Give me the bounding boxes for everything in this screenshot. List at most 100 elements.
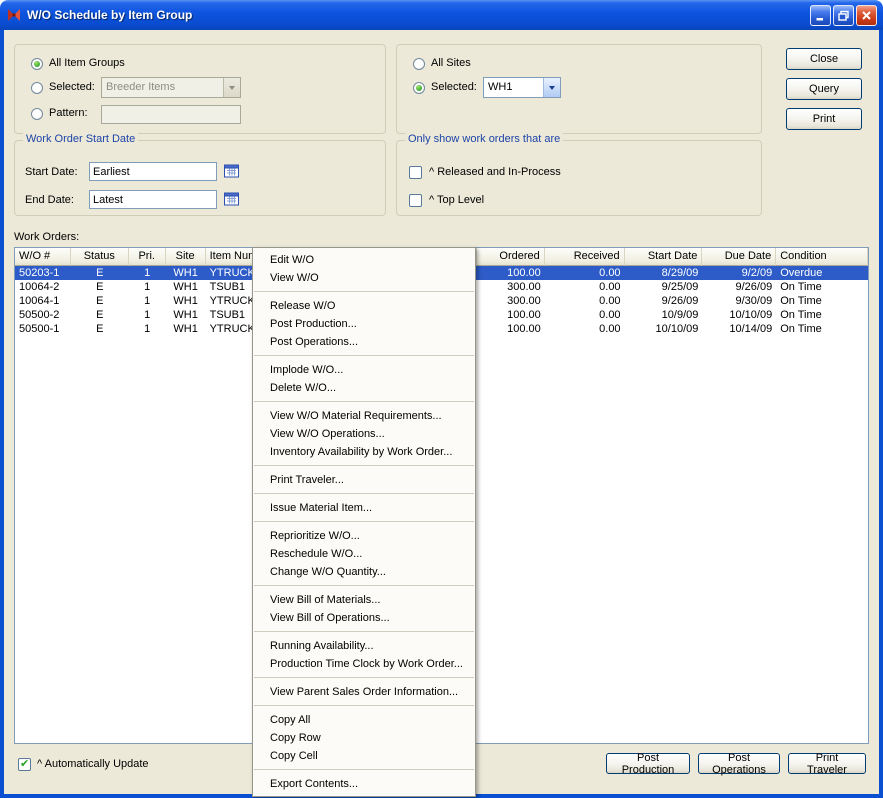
cell-ordered[interactable]: 300.00 [477, 280, 545, 294]
menu-item-print-traveler[interactable]: Print Traveler... [253, 471, 475, 489]
cell-status[interactable]: E [71, 266, 129, 280]
post-production-button[interactable]: Post Production [606, 753, 690, 774]
menu-item-view-parent-sales-order-information[interactable]: View Parent Sales Order Information... [253, 683, 475, 701]
cell-received[interactable]: 0.00 [545, 308, 625, 322]
print-button[interactable]: Print [786, 108, 862, 130]
column-header-pri[interactable]: Pri. [129, 248, 166, 266]
radio-selected-site[interactable] [413, 82, 425, 94]
column-header-status[interactable]: Status [71, 248, 129, 266]
cell-pri[interactable]: 1 [129, 308, 166, 322]
cell-condition[interactable]: On Time [776, 280, 868, 294]
menu-item-export-contents[interactable]: Export Contents... [253, 775, 475, 793]
cell-status[interactable]: E [71, 322, 129, 336]
cell-start-date[interactable]: 10/10/09 [625, 322, 703, 336]
cell-received[interactable]: 0.00 [545, 280, 625, 294]
cell-w-o[interactable]: 10064-1 [15, 294, 71, 308]
column-header-received[interactable]: Received [545, 248, 625, 266]
menu-item-edit-w-o[interactable]: Edit W/O [253, 251, 475, 269]
end-date-calendar-button[interactable] [221, 189, 241, 209]
menu-item-view-w-o-material-requirements[interactable]: View W/O Material Requirements... [253, 407, 475, 425]
cell-start-date[interactable]: 9/26/09 [625, 294, 703, 308]
column-header-condition[interactable]: Condition [776, 248, 868, 266]
cell-ordered[interactable]: 100.00 [477, 266, 545, 280]
cell-w-o[interactable]: 50203-1 [15, 266, 71, 280]
cell-status[interactable]: E [71, 294, 129, 308]
cell-pri[interactable]: 1 [129, 294, 166, 308]
menu-item-implode-w-o[interactable]: Implode W/O... [253, 361, 475, 379]
cell-due-date[interactable]: 10/10/09 [702, 308, 776, 322]
menu-item-running-availability[interactable]: Running Availability... [253, 637, 475, 655]
cell-w-o[interactable]: 50500-1 [15, 322, 71, 336]
menu-item-reschedule-w-o[interactable]: Reschedule W/O... [253, 545, 475, 563]
cell-start-date[interactable]: 9/25/09 [625, 280, 703, 294]
menu-item-production-time-clock-by-work-order[interactable]: Production Time Clock by Work Order... [253, 655, 475, 673]
cell-pri[interactable]: 1 [129, 322, 166, 336]
cell-start-date[interactable]: 10/9/09 [625, 308, 703, 322]
cell-due-date[interactable]: 9/30/09 [702, 294, 776, 308]
cell-site[interactable]: WH1 [166, 322, 206, 336]
column-header-w-o[interactable]: W/O # [15, 248, 71, 266]
cell-w-o[interactable]: 10064-2 [15, 280, 71, 294]
cell-status[interactable]: E [71, 280, 129, 294]
radio-all-item-groups[interactable] [31, 58, 43, 70]
cell-condition[interactable]: On Time [776, 308, 868, 322]
cell-ordered[interactable]: 100.00 [477, 322, 545, 336]
menu-item-copy-cell[interactable]: Copy Cell [253, 747, 475, 765]
cell-pri[interactable]: 1 [129, 280, 166, 294]
cell-site[interactable]: WH1 [166, 266, 206, 280]
released-in-process-checkbox[interactable] [409, 166, 422, 179]
cell-start-date[interactable]: 8/29/09 [625, 266, 703, 280]
site-combobox[interactable]: WH1 [483, 77, 561, 98]
restore-button[interactable] [833, 5, 854, 26]
menu-item-post-operations[interactable]: Post Operations... [253, 333, 475, 351]
end-date-input[interactable] [89, 190, 217, 209]
automatically-update-checkbox[interactable] [18, 758, 31, 771]
cell-received[interactable]: 0.00 [545, 322, 625, 336]
cell-ordered[interactable]: 100.00 [477, 308, 545, 322]
radio-pattern[interactable] [31, 108, 43, 120]
column-header-site[interactable]: Site [166, 248, 206, 266]
menu-item-change-w-o-quantity[interactable]: Change W/O Quantity... [253, 563, 475, 581]
site-combobox-arrow[interactable] [543, 78, 560, 97]
cell-w-o[interactable]: 50500-2 [15, 308, 71, 322]
column-header-start-date[interactable]: Start Date [625, 248, 703, 266]
menu-item-inventory-availability-by-work-order[interactable]: Inventory Availability by Work Order... [253, 443, 475, 461]
close-button[interactable]: Close [786, 48, 862, 70]
column-header-due-date[interactable]: Due Date [702, 248, 776, 266]
menu-item-reprioritize-w-o[interactable]: Reprioritize W/O... [253, 527, 475, 545]
close-window-button[interactable] [856, 5, 877, 26]
start-date-calendar-button[interactable] [221, 161, 241, 181]
cell-ordered[interactable]: 300.00 [477, 294, 545, 308]
menu-item-view-bill-of-materials[interactable]: View Bill of Materials... [253, 591, 475, 609]
cell-status[interactable]: E [71, 308, 129, 322]
menu-item-post-production[interactable]: Post Production... [253, 315, 475, 333]
cell-condition[interactable]: Overdue [776, 266, 868, 280]
minimize-button[interactable] [810, 5, 831, 26]
menu-item-view-bill-of-operations[interactable]: View Bill of Operations... [253, 609, 475, 627]
menu-item-view-w-o[interactable]: View W/O [253, 269, 475, 287]
menu-item-view-w-o-operations[interactable]: View W/O Operations... [253, 425, 475, 443]
radio-all-sites[interactable] [413, 58, 425, 70]
cell-due-date[interactable]: 9/26/09 [702, 280, 776, 294]
start-date-input[interactable] [89, 162, 217, 181]
cell-received[interactable]: 0.00 [545, 294, 625, 308]
cell-site[interactable]: WH1 [166, 294, 206, 308]
cell-due-date[interactable]: 9/2/09 [702, 266, 776, 280]
cell-pri[interactable]: 1 [129, 266, 166, 280]
cell-condition[interactable]: On Time [776, 322, 868, 336]
cell-received[interactable]: 0.00 [545, 266, 625, 280]
cell-condition[interactable]: On Time [776, 294, 868, 308]
menu-item-issue-material-item[interactable]: Issue Material Item... [253, 499, 475, 517]
query-button[interactable]: Query [786, 78, 862, 100]
radio-selected-item-group[interactable] [31, 82, 43, 94]
top-level-checkbox[interactable] [409, 194, 422, 207]
menu-item-copy-row[interactable]: Copy Row [253, 729, 475, 747]
menu-item-copy-all[interactable]: Copy All [253, 711, 475, 729]
column-header-ordered[interactable]: Ordered [477, 248, 545, 266]
menu-item-release-w-o[interactable]: Release W/O [253, 297, 475, 315]
cell-site[interactable]: WH1 [166, 280, 206, 294]
cell-due-date[interactable]: 10/14/09 [702, 322, 776, 336]
post-operations-button[interactable]: Post Operations [698, 753, 780, 774]
menu-item-delete-w-o[interactable]: Delete W/O... [253, 379, 475, 397]
print-traveler-button[interactable]: Print Traveler [788, 753, 866, 774]
